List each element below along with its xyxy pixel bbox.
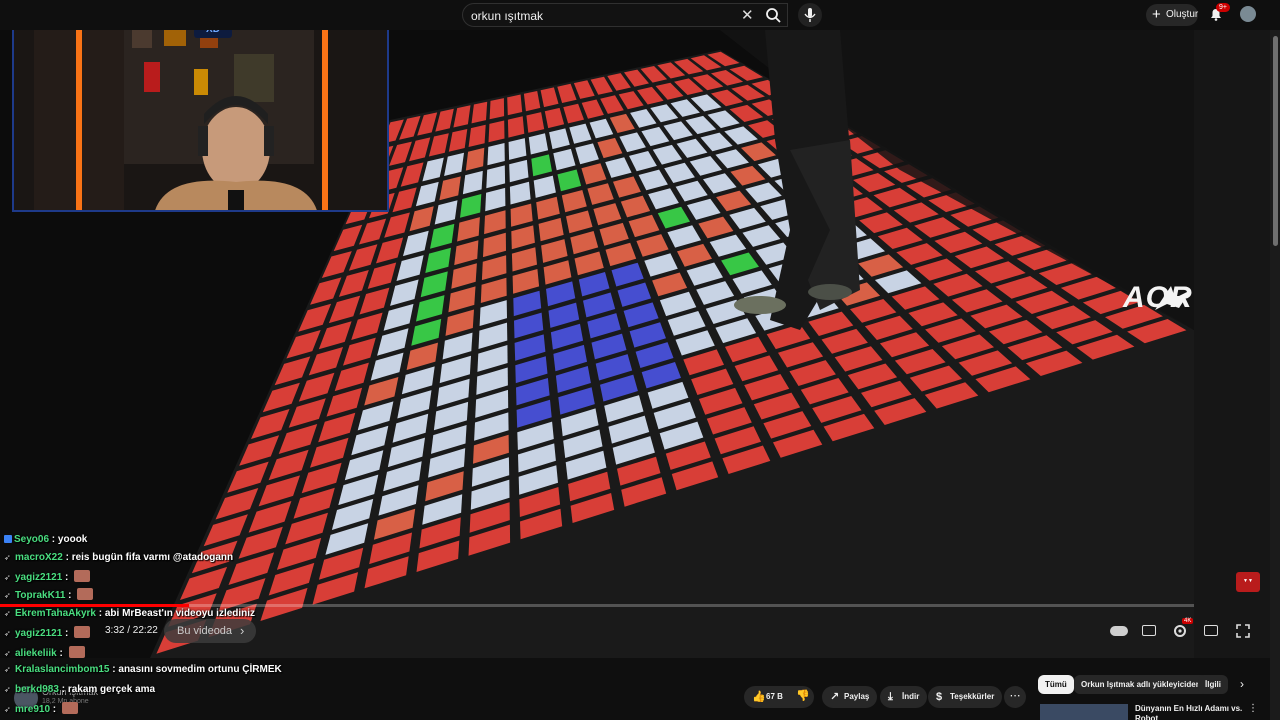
- microphone-icon[interactable]: [798, 3, 822, 27]
- quality-badge: 4K: [1182, 618, 1194, 624]
- chat-separator: :: [62, 628, 72, 639]
- chat-text: rakam gerçek ama: [67, 684, 156, 695]
- chat-text: anasını sovmedim ortunu ÇİRMEK: [118, 664, 282, 675]
- like-count: 67 B: [766, 692, 783, 701]
- aorus-brand-text: AORUS: [1123, 281, 1194, 314]
- chat-message: ➶ aliekeliik :: [4, 646, 85, 659]
- chevron-right-icon[interactable]: ›: [1240, 677, 1244, 691]
- more-actions-button[interactable]: ⋯: [1004, 686, 1026, 708]
- chat-separator: :: [58, 684, 68, 695]
- chat-username: mre910: [15, 704, 51, 715]
- autoplay-toggle[interactable]: [1110, 626, 1128, 636]
- create-button[interactable]: + Oluştur: [1146, 4, 1198, 26]
- thumbs-up-icon: 👍: [752, 691, 766, 703]
- create-label: Oluştur: [1166, 9, 1199, 20]
- chat-message: ➶ ToprakK11 :: [4, 588, 94, 601]
- chat-icon: ➶: [4, 665, 11, 674]
- miniplayer-button[interactable]: [1204, 625, 1218, 636]
- fullscreen-icon[interactable]: [1236, 624, 1250, 638]
- recommended-thumbnail[interactable]: [1040, 704, 1128, 720]
- chat-separator: :: [95, 608, 105, 619]
- chat-emote-icon: [77, 588, 94, 600]
- chat-message: ➶ yagiz2121 :: [4, 626, 91, 639]
- chat-icon: ➶: [4, 649, 11, 658]
- chat-separator: :: [50, 704, 59, 715]
- chat-message: ➶ EkremTahaAkyrk : abi MrBeast'ın videoyu…: [4, 608, 255, 619]
- super-thanks-icon: $: [936, 691, 943, 703]
- chat-emote-icon: [68, 646, 85, 658]
- chat-icon: ➶: [4, 685, 11, 694]
- subscriber-badge-icon: [4, 535, 12, 543]
- recommended-title[interactable]: Dünyanın En Hızlı Adamı vs. Robot: [1135, 704, 1245, 720]
- streamer-webcam-overlay: XD: [12, 12, 389, 212]
- user-avatar[interactable]: [1240, 6, 1256, 22]
- chat-message: ➶ mre910 :: [4, 702, 78, 715]
- subscribe-reminder-icon: ▼▼: [1236, 572, 1260, 592]
- share-label: Paylaş: [844, 692, 870, 701]
- top-bar: orkun ışıtmak ✕ + Oluştur 9+: [0, 0, 1280, 30]
- stream-chat-overlay: Seyo06 : yoook ➶ macroX22 : reis bugün fif…: [0, 530, 300, 720]
- notification-badge: 9+: [1216, 3, 1230, 12]
- settings-gear-icon[interactable]: [1172, 623, 1188, 639]
- chat-message: ➶ Kralaslancimbom15 : anasını sovmedim or…: [4, 664, 282, 675]
- plus-icon: +: [1152, 6, 1161, 23]
- chat-separator: :: [65, 590, 75, 601]
- chat-icon: ➶: [4, 591, 11, 600]
- chat-icon: ➶: [4, 553, 11, 562]
- subtitles-button[interactable]: [1142, 625, 1156, 636]
- chat-icon: ➶: [4, 705, 11, 714]
- share-icon: ↗: [830, 691, 840, 703]
- chat-message: ➶ macroX22 : reis bugün fifa varmı @atado…: [4, 552, 233, 563]
- chat-username: ToprakK11: [15, 590, 66, 601]
- chat-emote-icon: [74, 626, 91, 638]
- chat-icon: ➶: [4, 609, 11, 618]
- chip-related[interactable]: İlgili: [1198, 675, 1228, 694]
- chat-username: Kralaslancimbom15: [15, 664, 110, 675]
- chip-from-uploader[interactable]: Orkun Işıtmak adlı yükleyiciden: [1074, 675, 1208, 694]
- chat-separator: :: [56, 648, 66, 659]
- like-button[interactable]: 👍 67 B: [744, 686, 791, 708]
- chat-icon: ➶: [4, 629, 11, 638]
- chat-username: yagiz2121: [15, 572, 63, 583]
- chat-text: reis bugün fifa varmı @atadogann: [71, 552, 234, 563]
- chat-emote-icon: [61, 702, 78, 714]
- chat-icon: ➶: [4, 573, 11, 582]
- close-icon[interactable]: ✕: [741, 6, 754, 24]
- chip-all[interactable]: Tümü: [1038, 675, 1074, 694]
- sidebar-edge: [1194, 30, 1270, 658]
- thanks-label: Teşekkürler: [950, 692, 995, 701]
- thumbs-down-icon: 👎: [796, 690, 810, 702]
- share-button[interactable]: ↗ Paylaş: [822, 686, 878, 708]
- chat-separator: :: [62, 572, 72, 583]
- chat-username: Seyo06: [14, 534, 50, 545]
- search-input[interactable]: orkun ışıtmak ✕: [462, 3, 788, 27]
- page-scrollbar-thumb[interactable]: [1273, 36, 1278, 246]
- chat-message: ➶ yagiz2121 :: [4, 570, 91, 583]
- chat-username: macroX22: [15, 552, 63, 563]
- recommended-menu-icon[interactable]: ⋮: [1248, 703, 1258, 714]
- chat-message: Seyo06 : yoook: [4, 534, 87, 545]
- dislike-button[interactable]: 👎: [790, 686, 814, 708]
- chat-emote-icon: [74, 570, 91, 582]
- search-query: orkun ışıtmak: [471, 9, 544, 23]
- thanks-button[interactable]: $ Teşekkürler: [928, 686, 1003, 708]
- webcam-frame: [14, 14, 387, 210]
- chat-username: berkd983: [15, 684, 59, 695]
- chat-text: abi MrBeast'ın videoyu izlediniz: [104, 608, 256, 619]
- download-label: İndir: [902, 692, 920, 701]
- chat-username: yagiz2121: [15, 628, 63, 639]
- chat-text: yoook: [57, 534, 88, 545]
- download-icon: ⤓: [888, 691, 893, 703]
- chat-username: aliekeliik: [15, 648, 57, 659]
- chat-username: EkremTahaAkyrk: [15, 608, 96, 619]
- chat-separator: :: [62, 552, 72, 563]
- youtube-watch-page: AORUS ▼▼ XD 3:32 /: [0, 0, 1280, 720]
- chat-separator: :: [49, 534, 58, 545]
- search-icon[interactable]: [760, 3, 788, 27]
- download-button[interactable]: ⤓ İndir: [880, 686, 928, 708]
- chat-message: ➶ berkd983 : rakam gerçek ama: [4, 684, 155, 695]
